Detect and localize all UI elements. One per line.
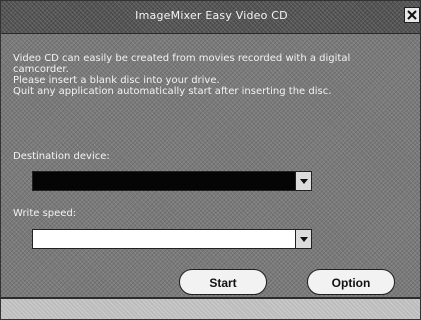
start-button[interactable]: Start (179, 269, 267, 295)
destination-device-label: Destination device: (13, 151, 110, 162)
destination-device-dropdown-button[interactable] (295, 172, 311, 190)
write-speed-label: Write speed: (13, 208, 77, 219)
title-bar[interactable]: ImageMixer Easy Video CD (1, 1, 420, 34)
close-button[interactable] (404, 7, 420, 23)
message-line-3: Please insert a blank disc into your dri… (13, 75, 220, 86)
close-icon (405, 8, 419, 22)
message-line-2: camcorder. (13, 64, 69, 75)
chevron-down-icon (296, 172, 311, 190)
message-line-4: Quit any application automatically start… (13, 86, 332, 97)
message-line-1: Video CD can easily be created from movi… (13, 53, 351, 64)
chevron-down-icon (296, 230, 311, 248)
option-button[interactable]: Option (307, 269, 395, 295)
app-window: ImageMixer Easy Video CD Video CD can ea… (0, 0, 421, 320)
window-title: ImageMixer Easy Video CD (135, 9, 288, 22)
destination-device-select[interactable] (32, 171, 312, 191)
write-speed-dropdown-button[interactable] (295, 230, 311, 248)
write-speed-select[interactable] (32, 229, 312, 249)
bottom-strip (1, 299, 420, 319)
